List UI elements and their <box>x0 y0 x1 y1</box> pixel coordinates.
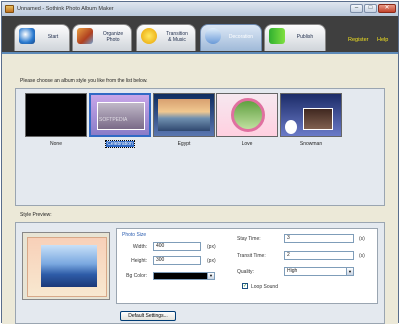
album-label-celebration: Celebration <box>105 140 135 148</box>
love-heart-frame <box>231 98 265 132</box>
celebration-photo <box>97 102 145 130</box>
quality-select[interactable]: High ▼ <box>284 267 354 276</box>
softpedia-watermark: SOFTPEDIA <box>99 117 128 123</box>
stay-time-field[interactable]: 3 <box>284 234 354 243</box>
tab-start[interactable]: Start <box>14 24 70 51</box>
settings-panel: Photo Size Width: 400 (px) Height: 300 (… <box>15 222 385 324</box>
default-settings-button[interactable]: Default Settings... <box>120 311 176 321</box>
settings-box: Photo Size Width: 400 (px) Height: 300 (… <box>116 228 378 304</box>
width-unit: (px) <box>207 244 216 250</box>
tab-transition-music-label: Transition & Music <box>166 31 188 43</box>
album-thumb-celebration[interactable]: SOFTPEDIA <box>89 93 151 137</box>
bgcolor-select[interactable]: ▼ <box>153 272 215 280</box>
style-preview <box>22 232 110 300</box>
maximize-button[interactable]: □ <box>364 4 377 13</box>
style-preview-label: Style Preview: <box>20 212 52 218</box>
wizard-header: Start Organize Photo Transition & Music … <box>2 16 398 52</box>
chevron-down-icon: ▼ <box>346 268 353 275</box>
tab-organize-photo-label: Organize Photo <box>102 31 124 43</box>
album-label-none: None <box>50 141 62 147</box>
transit-time-label: Transit Time: <box>237 253 266 259</box>
app-logo-icon <box>5 5 14 13</box>
photo-size-label: Photo Size <box>122 232 147 238</box>
height-field[interactable]: 300 <box>153 256 201 265</box>
photo-album-icon <box>77 28 93 44</box>
preview-mountain-photo <box>41 245 97 287</box>
album-thumb-love[interactable] <box>216 93 278 137</box>
window-title: Unnamed - Sothink Photo Album Maker <box>17 6 114 12</box>
title-bar[interactable]: Unnamed - Sothink Photo Album Maker – □ … <box>2 2 398 16</box>
minimize-button[interactable]: – <box>350 4 363 13</box>
transit-time-unit: (s) <box>359 253 365 259</box>
album-label-snowman: Snowman <box>299 141 323 147</box>
snowman-figure <box>285 120 297 134</box>
snowman-photo <box>303 108 333 130</box>
album-style-prompt: Please choose an album style you like fr… <box>20 78 148 84</box>
album-thumb-none[interactable] <box>25 93 87 137</box>
stay-time-unit: (s) <box>359 236 365 242</box>
star-music-icon <box>141 28 157 44</box>
egypt-sunset-photo <box>158 99 210 131</box>
tab-decoration[interactable]: Decoration <box>200 24 262 51</box>
start-globe-icon <box>19 28 35 44</box>
quality-value: High <box>287 268 298 274</box>
album-thumb-egypt[interactable] <box>153 93 215 137</box>
close-button[interactable]: ✕ <box>378 4 396 13</box>
bgcolor-label: Bg Color: <box>126 273 147 279</box>
tab-organize-photo[interactable]: Organize Photo <box>72 24 132 51</box>
tab-publish-label: Publish <box>296 34 314 40</box>
album-style-list: None SOFTPEDIA Celebration Egypt Love Sn… <box>15 88 385 206</box>
width-label: Width: <box>132 244 147 250</box>
register-link[interactable]: Register <box>348 37 368 43</box>
stay-time-label: Stay Time: <box>237 236 261 242</box>
app-window: Unnamed - Sothink Photo Album Maker – □ … <box>1 1 399 324</box>
album-label-egypt: Egypt <box>177 141 191 147</box>
album-label-love: Love <box>241 141 253 147</box>
height-unit: (px) <box>207 258 216 264</box>
publish-arrow-icon <box>269 28 285 44</box>
tab-start-label: Start <box>47 34 59 40</box>
height-label: Height: <box>131 258 147 264</box>
width-field[interactable]: 400 <box>153 242 201 251</box>
loop-sound-label: Loop Sound <box>251 284 278 290</box>
tab-publish[interactable]: Publish <box>264 24 326 51</box>
decoration-page: Please choose an album style you like fr… <box>2 52 398 324</box>
chevron-down-icon: ▼ <box>207 273 214 279</box>
tab-decoration-label: Decoration <box>228 34 254 40</box>
help-link[interactable]: Help <box>377 37 388 43</box>
loop-sound-checkbox[interactable]: ✓ <box>242 283 248 289</box>
decoration-disc-icon <box>205 28 221 44</box>
album-thumb-snowman[interactable] <box>280 93 342 137</box>
tab-transition-music[interactable]: Transition & Music <box>136 24 196 51</box>
transit-time-field[interactable]: 2 <box>284 251 354 260</box>
quality-label: Quality: <box>237 269 254 275</box>
